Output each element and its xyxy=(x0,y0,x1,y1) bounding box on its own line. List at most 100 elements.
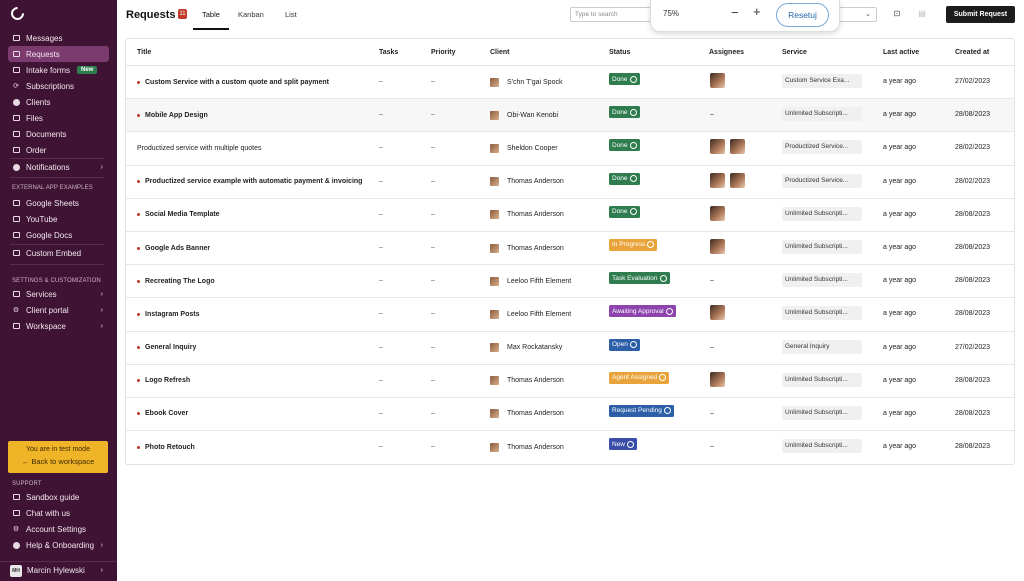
assignee-avatar[interactable] xyxy=(710,139,725,155)
column-header-client[interactable]: Client xyxy=(490,49,509,56)
zoom-in-button[interactable]: + xyxy=(753,4,761,19)
title-cell[interactable]: Productized service with multiple quotes xyxy=(137,132,367,164)
request-title[interactable]: Recreating The Logo xyxy=(145,276,215,287)
assignee-avatar[interactable] xyxy=(710,371,725,387)
table-row[interactable]: General Inquiry – – Max Rockatansky Open – Gen… xyxy=(126,332,1014,365)
title-cell[interactable]: Custom Service with a custom quote and s… xyxy=(137,66,367,98)
table-row[interactable]: Mobile App Design – – Obi-Wan Kenobi Done – Un… xyxy=(126,99,1014,133)
client-cell[interactable]: Thomas Anderson xyxy=(490,398,564,430)
service-chip[interactable]: Unlimited Subscripti... xyxy=(782,405,862,420)
sidebar-item-google-sheets[interactable]: Google Sheets xyxy=(0,195,117,211)
export-icon[interactable]: ▤ xyxy=(917,9,927,19)
column-header-last-active[interactable]: Last active xyxy=(883,49,919,56)
request-title[interactable]: Productized service with multiple quotes xyxy=(137,143,262,154)
title-cell[interactable]: General Inquiry xyxy=(137,332,367,364)
status-badge[interactable]: In Progress xyxy=(609,238,658,251)
column-header-priority[interactable]: Priority xyxy=(431,49,456,56)
client-cell[interactable]: Thomas Anderson xyxy=(490,199,564,231)
service-chip[interactable]: Unlimited Subscripti... xyxy=(782,107,862,122)
submit-request-button[interactable]: Submit Request xyxy=(946,6,1015,23)
sidebar-item-subscriptions[interactable]: ⟳ Subscriptions xyxy=(0,78,117,94)
status-badge[interactable]: Done xyxy=(609,106,640,119)
sidebar-item-client-portal[interactable]: ⚙ Client portal › xyxy=(0,302,117,318)
sidebar-item-account-settings[interactable]: ⚙ Account Settings xyxy=(0,521,117,537)
column-header-service[interactable]: Service xyxy=(782,49,807,56)
request-title[interactable]: Photo Retouch xyxy=(145,442,195,453)
service-chip[interactable]: Unlimited Subscripti... xyxy=(782,372,862,387)
request-title[interactable]: Custom Service with a custom quote and s… xyxy=(145,77,329,88)
sidebar-item-messages[interactable]: Messages xyxy=(0,30,117,46)
assignee-avatar[interactable] xyxy=(710,172,725,188)
tab-table[interactable]: Table xyxy=(202,10,220,19)
request-title[interactable]: Logo Refresh xyxy=(145,375,190,386)
sidebar-item-notifications[interactable]: Notifications › xyxy=(0,159,117,175)
service-chip[interactable]: Unlimited Subscripti... xyxy=(782,206,862,221)
service-chip[interactable]: Unlimited Subscripti... xyxy=(782,439,862,454)
title-cell[interactable]: Ebook Cover xyxy=(137,398,367,430)
status-badge[interactable]: Done xyxy=(609,73,640,85)
request-title[interactable]: Ebook Cover xyxy=(145,408,188,419)
status-badge[interactable]: Open xyxy=(609,338,640,351)
tab-kanban[interactable]: Kanban xyxy=(238,10,264,19)
status-badge[interactable]: Done xyxy=(609,205,640,218)
request-title[interactable]: Google Ads Banner xyxy=(145,243,210,254)
zoom-reset-button[interactable]: Resetuj xyxy=(776,3,829,27)
client-cell[interactable]: S'chn T'gai Spock xyxy=(490,66,562,98)
column-header-status[interactable]: Status xyxy=(609,49,630,56)
service-chip[interactable]: Unlimited Subscripti... xyxy=(782,239,862,254)
back-to-workspace-link[interactable]: ← Back to workspace xyxy=(8,457,108,466)
assignee-avatar[interactable] xyxy=(710,238,725,254)
sidebar-item-clients[interactable]: Clients xyxy=(0,94,117,110)
request-title[interactable]: Instagram Posts xyxy=(145,309,199,320)
table-row[interactable]: Productized service with multiple quotes… xyxy=(126,132,1014,166)
table-row[interactable]: Logo Refresh – – Thomas Anderson Agent Assig… xyxy=(126,365,1014,398)
table-row[interactable]: Ebook Cover – – Thomas Anderson Request Pend… xyxy=(126,398,1014,432)
service-chip[interactable]: Unlimited Subscripti... xyxy=(782,306,862,321)
client-cell[interactable]: Thomas Anderson xyxy=(490,232,564,264)
column-header-created-at[interactable]: Created at xyxy=(955,49,989,56)
title-cell[interactable]: Productized service example with automat… xyxy=(137,166,367,198)
status-badge[interactable]: Task Evaluation xyxy=(609,272,670,285)
client-cell[interactable]: Thomas Anderson xyxy=(490,431,564,464)
assignee-avatar[interactable] xyxy=(730,172,745,188)
table-row[interactable]: Google Ads Banner – – Thomas Anderson In Pro… xyxy=(126,232,1014,266)
service-chip[interactable]: Productized Service... xyxy=(782,173,862,188)
client-cell[interactable]: Thomas Anderson xyxy=(490,166,564,198)
status-badge[interactable]: Done xyxy=(609,172,640,185)
sidebar-item-sandbox-guide[interactable]: Sandbox guide xyxy=(0,489,117,505)
sidebar-item-intake-forms[interactable]: Intake forms New xyxy=(0,62,117,78)
client-cell[interactable]: Max Rockatansky xyxy=(490,332,562,364)
request-title[interactable]: Social Media Template xyxy=(145,209,220,220)
title-cell[interactable]: Recreating The Logo xyxy=(137,265,367,297)
assignee-avatar[interactable] xyxy=(710,73,725,88)
sidebar-item-order[interactable]: Order xyxy=(0,142,117,158)
title-cell[interactable]: Photo Retouch xyxy=(137,431,367,464)
title-cell[interactable]: Logo Refresh xyxy=(137,365,367,397)
column-header-assignees[interactable]: Assignees xyxy=(709,49,744,56)
assignee-avatar[interactable] xyxy=(710,205,725,221)
table-row[interactable]: Productized service example with automat… xyxy=(126,166,1014,199)
table-row[interactable]: Recreating The Logo – – Leeloo Fifth Elemen… xyxy=(126,265,1014,299)
sidebar-item-documents[interactable]: Documents xyxy=(0,126,117,142)
sidebar-item-files[interactable]: Files xyxy=(0,110,117,126)
sidebar-item-services[interactable]: Services › xyxy=(0,286,117,302)
status-badge[interactable]: Done xyxy=(609,139,640,152)
sidebar-item-youtube[interactable]: YouTube xyxy=(0,211,117,227)
column-header-tasks[interactable]: Tasks xyxy=(379,49,398,56)
status-badge[interactable]: Awaiting Approval xyxy=(609,305,676,318)
service-chip[interactable]: Productized Service... xyxy=(782,140,862,155)
table-row[interactable]: Custom Service with a custom quote and s… xyxy=(126,66,1014,100)
user-menu[interactable]: MH Marcin Hylewski › xyxy=(0,561,117,579)
client-cell[interactable]: Sheldon Cooper xyxy=(490,132,558,164)
table-row[interactable]: Social Media Template – – Thomas Anderson Do… xyxy=(126,199,1014,232)
client-cell[interactable]: Leeloo Fifth Element xyxy=(490,265,571,297)
service-chip[interactable]: Custom Service Exa... xyxy=(782,74,862,88)
search-input[interactable]: Type to search xyxy=(570,7,652,22)
sidebar-item-custom-embed[interactable]: Custom Embed xyxy=(0,245,117,261)
filter-select[interactable]: ⌄ xyxy=(835,7,877,22)
assignee-avatar[interactable] xyxy=(730,139,745,155)
sidebar-item-workspace[interactable]: Workspace › xyxy=(0,318,117,334)
table-row[interactable]: Photo Retouch – – Thomas Anderson New – Unlimi… xyxy=(126,431,1014,464)
zoom-out-button[interactable]: − xyxy=(731,5,739,20)
table-row[interactable]: Instagram Posts – – Leeloo Fifth Element Awa… xyxy=(126,298,1014,332)
